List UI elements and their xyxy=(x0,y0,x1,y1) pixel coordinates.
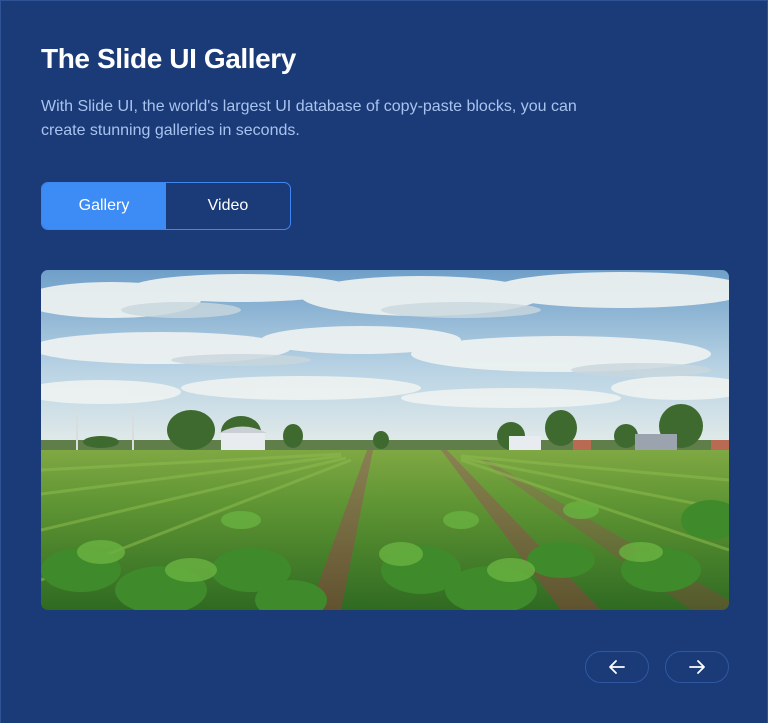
tab-gallery[interactable]: Gallery xyxy=(42,183,166,229)
gallery-section: The Slide UI Gallery With Slide UI, the … xyxy=(0,0,768,723)
previous-button[interactable] xyxy=(585,651,649,683)
next-button[interactable] xyxy=(665,651,729,683)
page-title: The Slide UI Gallery xyxy=(41,43,296,74)
gallery-image xyxy=(41,270,729,610)
arrow-left-icon xyxy=(608,659,626,675)
tab-video[interactable]: Video xyxy=(166,183,290,229)
page-description: With Slide UI, the world's largest UI da… xyxy=(41,98,577,139)
arrow-right-icon xyxy=(688,659,706,675)
tab-switcher: Gallery Video xyxy=(41,182,291,230)
